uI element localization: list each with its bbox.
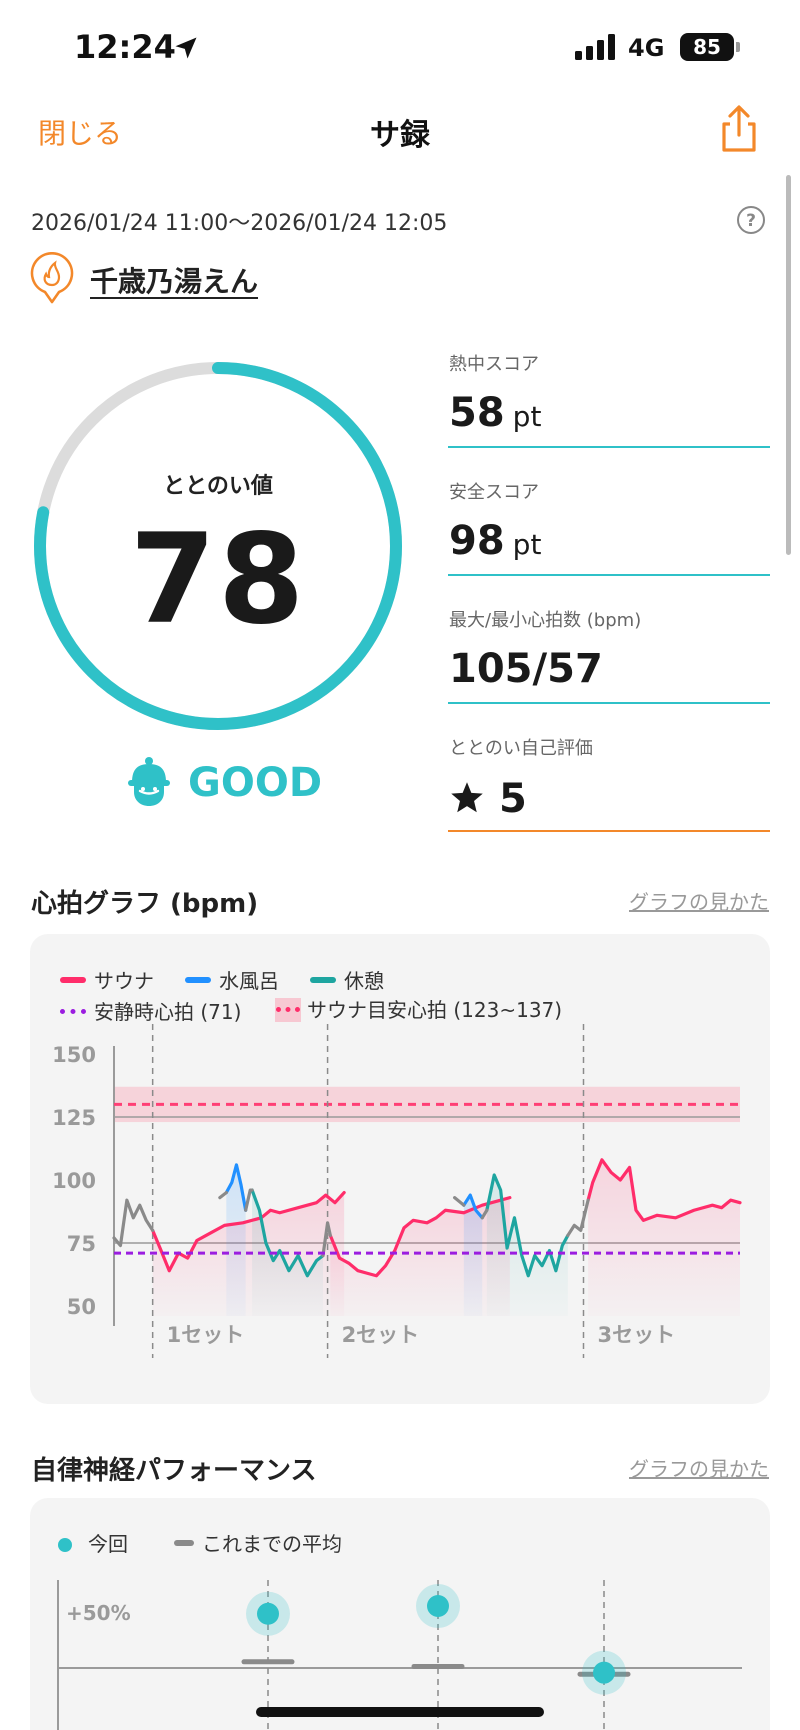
heart-rate-range-value: 105/57 bbox=[449, 646, 603, 692]
legend-current: 今回 bbox=[58, 1528, 128, 1557]
y-tick-label: 125 bbox=[52, 1106, 96, 1130]
status-bar: 12:24 4G 85 bbox=[0, 0, 800, 90]
y-tick-label: 150 bbox=[52, 1043, 96, 1067]
y-tick-label: 50 bbox=[67, 1295, 96, 1319]
heart-rate-range-underline bbox=[448, 702, 770, 704]
y-tick-label: +50% bbox=[66, 1601, 131, 1625]
autonomic-card: 今回 これまでの平均 +50% bbox=[30, 1498, 770, 1730]
legend-rest: 休憩 bbox=[310, 965, 384, 994]
heart-rate-chart: 150 125 100 75 50 1セット 2セット 3セット bbox=[52, 1024, 742, 1358]
totonoi-value: 78 bbox=[129, 508, 307, 652]
series-line bbox=[566, 1198, 590, 1238]
svg-text:?: ? bbox=[746, 211, 756, 231]
star-icon bbox=[451, 782, 483, 813]
current-point bbox=[257, 1602, 279, 1625]
legend-sauna-target: サウナ目安心拍 (123~137) bbox=[275, 994, 562, 1023]
mascot-icon bbox=[128, 757, 170, 806]
safety-score-label: 安全スコア bbox=[449, 482, 539, 503]
heat-score-value: 58 pt bbox=[449, 390, 542, 436]
self-rating-label: ととのい自己評価 bbox=[449, 738, 593, 759]
autonomic-help-link[interactable]: グラフの見かた bbox=[629, 1453, 769, 1482]
safety-score-underline bbox=[448, 574, 770, 576]
heart-graph-title: 心拍グラフ (bpm) bbox=[31, 889, 259, 919]
cellular-signal-icon bbox=[575, 34, 615, 60]
current-point bbox=[427, 1595, 449, 1617]
sauna-facility-icon bbox=[30, 252, 74, 304]
legend-water: 水風呂 bbox=[185, 965, 279, 994]
legend-sauna: サウナ bbox=[60, 965, 154, 994]
heat-score-underline bbox=[448, 446, 770, 448]
heart-graph-help-link[interactable]: グラフの見かた bbox=[629, 886, 769, 915]
current-point bbox=[593, 1661, 615, 1684]
page-title: サ録 bbox=[370, 118, 430, 153]
network-type: 4G bbox=[628, 34, 665, 62]
location-arrow-icon bbox=[175, 37, 197, 59]
y-tick-label: 100 bbox=[52, 1169, 96, 1193]
y-tick-label: 75 bbox=[67, 1232, 96, 1256]
battery-icon: 85 bbox=[680, 33, 740, 61]
set-label: 1セット bbox=[167, 1323, 245, 1347]
heart-graph-card: サウナ 水風呂 休憩 安静時心拍 (71) サウナ目安心拍 (123~137) … bbox=[30, 934, 770, 1404]
self-rating-value[interactable]: 5 bbox=[449, 776, 527, 822]
series-line bbox=[218, 1191, 228, 1200]
series-line bbox=[244, 1188, 254, 1212]
self-rating-underline bbox=[448, 830, 770, 832]
set-label: 3セット bbox=[598, 1323, 676, 1347]
autonomic-title: 自律神経パフォーマンス bbox=[31, 1456, 317, 1486]
autonomic-chart: +50% bbox=[57, 1580, 742, 1730]
battery-level: 85 bbox=[680, 33, 734, 61]
legend-average: これまでの平均 bbox=[174, 1528, 342, 1557]
heat-score-label: 熱中スコア bbox=[449, 354, 539, 375]
series-area bbox=[486, 1174, 568, 1316]
facility-name[interactable]: 千歳乃湯えん bbox=[90, 260, 258, 300]
status-time: 12:24 bbox=[74, 28, 176, 66]
help-icon[interactable]: ? bbox=[736, 205, 766, 235]
heart-rate-range-label: 最大/最小心拍数 (bpm) bbox=[449, 610, 642, 631]
series-area bbox=[588, 1159, 740, 1316]
safety-score-value: 98 pt bbox=[449, 518, 542, 564]
home-indicator[interactable] bbox=[256, 1707, 544, 1717]
set-label: 2セット bbox=[342, 1323, 420, 1347]
scroll-indicator[interactable] bbox=[786, 175, 791, 555]
legend-resting-hr: 安静時心拍 (71) bbox=[60, 996, 241, 1025]
totonoi-label: ととのい値 bbox=[163, 474, 273, 499]
series-line bbox=[453, 1196, 466, 1207]
totonoi-grade: GOOD bbox=[188, 760, 323, 806]
share-icon[interactable] bbox=[718, 104, 760, 154]
date-range: 2026/01/24 11:00～2026/01/24 12:05 bbox=[31, 211, 448, 236]
series-line bbox=[112, 1198, 155, 1248]
